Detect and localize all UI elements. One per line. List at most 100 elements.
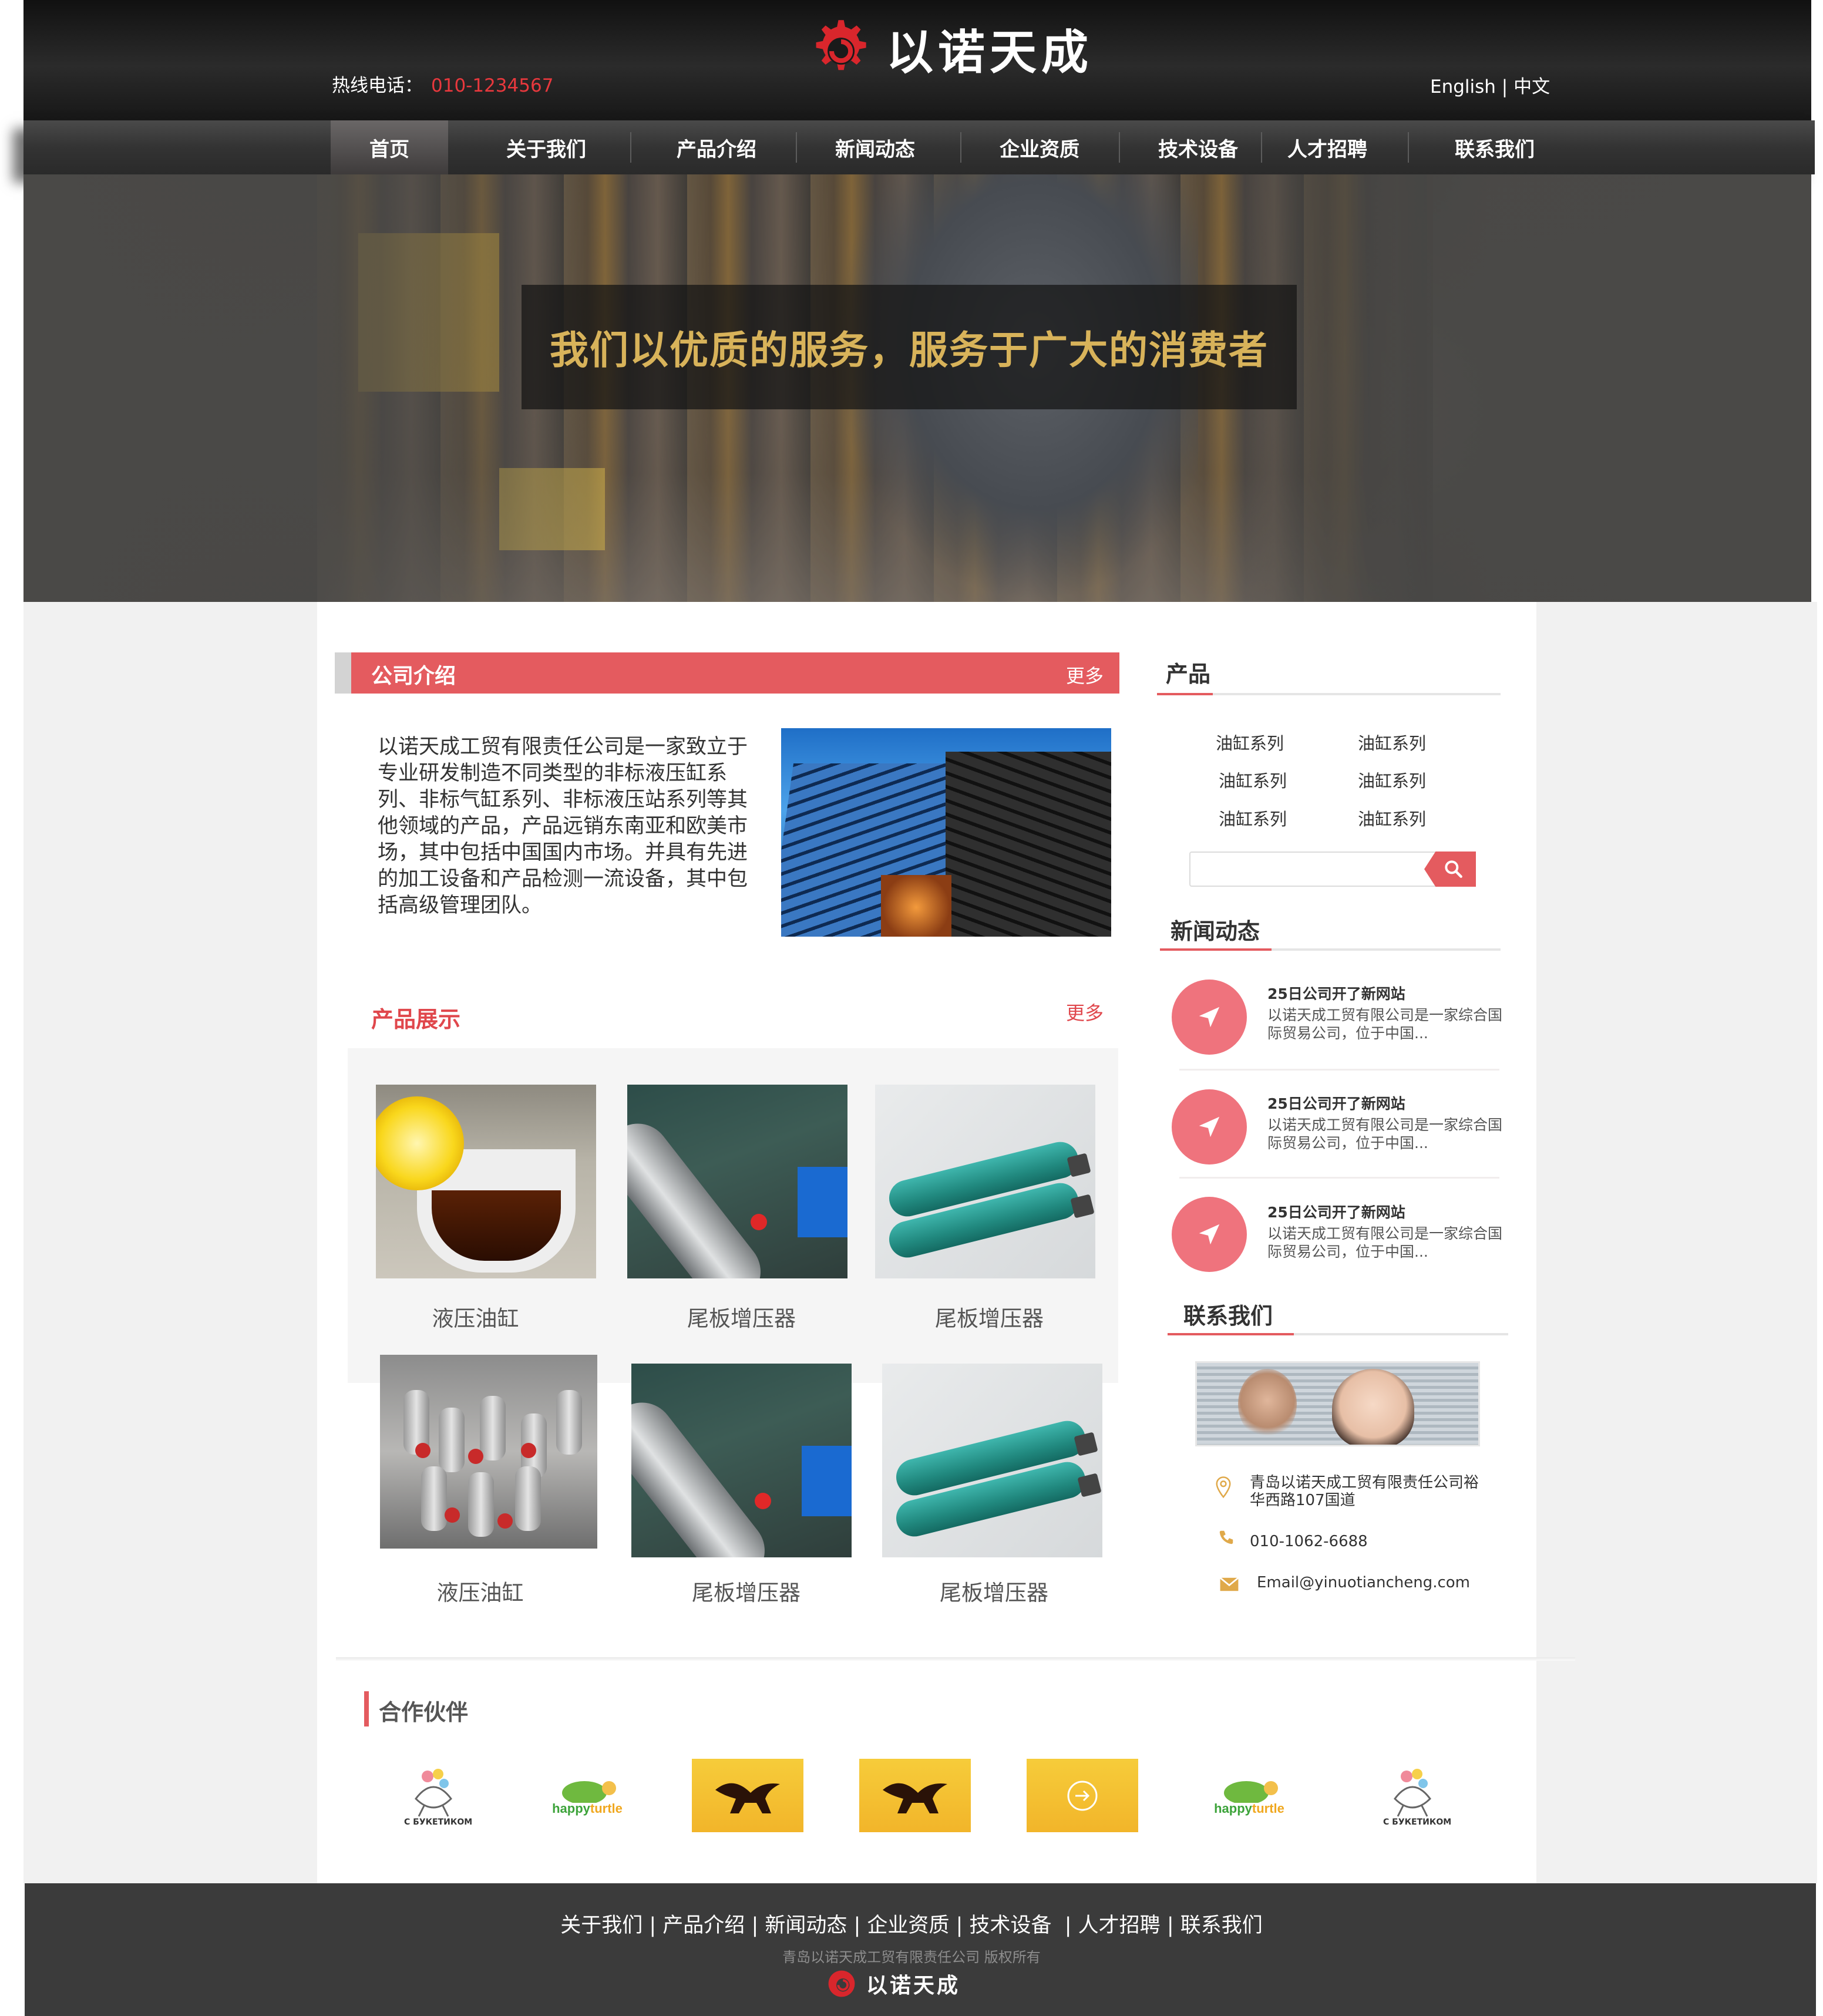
news-title-link[interactable]: 25日公司开了新网站 <box>1267 982 1405 1004</box>
nav-item-contact[interactable]: 联系我们 <box>1421 120 1568 174</box>
nav-item-equipment[interactable]: 技术设备 <box>1128 120 1269 174</box>
partners-title-marker <box>364 1691 369 1726</box>
product-image[interactable] <box>380 1355 597 1549</box>
nav-separator <box>630 132 631 163</box>
customer-service-image <box>1195 1361 1480 1446</box>
footer-link-equipment[interactable]: 技术设备 <box>969 1914 1051 1937</box>
site-header: 以诺天成 热线电话： 010-1234567 English | 中文 <box>23 0 1811 120</box>
turtle-logo-icon <box>1224 1781 1278 1803</box>
footer-copyright: 青岛以诺天成工贸有限责任公司 版权所有 <box>782 1949 1041 1965</box>
banner-caption-box: 我们以优质的服务，服务于广大的消费者 <box>522 285 1297 409</box>
hero-banner: 我们以优质的服务，服务于广大的消费者 <box>23 174 1811 602</box>
nav-item-news[interactable]: 新闻动态 <box>799 120 951 174</box>
intro-header-marker <box>335 652 351 694</box>
partners-divider <box>336 1657 1575 1661</box>
partner-logo-griffin[interactable] <box>859 1759 971 1832</box>
griffin-logo-icon <box>715 1783 780 1813</box>
nav-item-about[interactable]: 关于我们 <box>461 120 631 174</box>
nav-item-products[interactable]: 产品介绍 <box>640 120 793 174</box>
sidebar-product-link[interactable]: 油缸系列 <box>1216 730 1284 755</box>
lang-separator: | <box>1501 76 1508 97</box>
send-icon <box>1199 1224 1220 1245</box>
site-logo[interactable]: 以诺天成 <box>805 12 1134 85</box>
footer-link-news[interactable]: 新闻动态 <box>765 1914 847 1937</box>
griffin-logo-icon <box>883 1783 947 1813</box>
product-image[interactable] <box>875 1085 1095 1278</box>
nav-item-home[interactable]: 首页 <box>331 120 448 174</box>
sidebar-product-link[interactable]: 油缸系列 <box>1219 806 1287 830</box>
gear-logo-icon <box>828 1970 855 1997</box>
product-image[interactable] <box>882 1364 1102 1557</box>
send-icon <box>1199 1007 1220 1028</box>
partner-logo-flowers[interactable]: С БУКЕТИКОМ <box>378 1759 489 1832</box>
hotline-number[interactable]: 010-1234567 <box>431 75 553 96</box>
product-label[interactable]: 尾板增压器 <box>636 1575 856 1607</box>
partner-logo-griffin[interactable] <box>692 1759 803 1832</box>
product-image[interactable] <box>631 1364 852 1557</box>
product-label[interactable]: 液压油缸 <box>370 1575 590 1607</box>
sidebar-news-title: 新闻动态 <box>1171 918 1260 944</box>
sidebar-product-link[interactable]: 油缸系列 <box>1358 730 1426 755</box>
news-item-icon[interactable] <box>1172 1089 1247 1164</box>
hotline: 热线电话： 010-1234567 <box>332 70 553 97</box>
sidebar-contact-title: 联系我们 <box>1183 1303 1273 1329</box>
news-description: 以诺天成工贸有限公司是一家综合国际贸易公司，位于中国... <box>1267 1007 1503 1042</box>
footer-logo[interactable]: 以诺天成 <box>825 1967 960 2000</box>
news-description: 以诺天成工贸有限公司是一家综合国际贸易公司，位于中国... <box>1267 1116 1503 1152</box>
turtle-text: happyturtle <box>552 1801 623 1816</box>
partner-next-button[interactable] <box>1027 1759 1138 1832</box>
main-nav: 首页 关于我们 产品介绍 新闻动态 企业资质 技术设备 人才招聘 联系我们 <box>23 120 1815 174</box>
mail-icon <box>1219 1574 1240 1595</box>
product-label[interactable]: 尾板增压器 <box>631 1301 852 1332</box>
footer-link-qualification[interactable]: 企业资质 <box>867 1914 949 1937</box>
search-icon <box>1445 860 1462 878</box>
nav-separator <box>1261 132 1262 163</box>
gear-logo-icon <box>816 20 866 70</box>
logo-text: 以诺天成 <box>886 24 1093 80</box>
nav-separator <box>1119 132 1120 163</box>
news-title-link[interactable]: 25日公司开了新网站 <box>1267 1092 1405 1113</box>
partner-logo-happyturtle[interactable]: happyturtle <box>532 1759 643 1832</box>
partner-logo-flowers[interactable]: С БУКЕТИКОМ <box>1357 1759 1468 1832</box>
section-divider <box>1168 1333 1508 1335</box>
language-switcher: English | 中文 <box>1430 72 1550 98</box>
sidebar-product-link[interactable]: 油缸系列 <box>1358 806 1426 830</box>
turtle-logo-icon <box>562 1781 616 1803</box>
footer-link-products[interactable]: 产品介绍 <box>662 1914 745 1937</box>
news-item-icon[interactable] <box>1172 980 1247 1055</box>
product-image[interactable] <box>627 1085 847 1278</box>
nav-item-qualification[interactable]: 企业资质 <box>963 120 1116 174</box>
lang-english-link[interactable]: English <box>1430 76 1496 97</box>
banner-slogan: 我们以优质的服务，服务于广大的消费者 <box>550 328 1269 373</box>
nav-separator <box>1408 132 1409 163</box>
news-item-icon[interactable] <box>1172 1197 1247 1272</box>
contact-phone[interactable]: 010-1062-6688 <box>1250 1533 1368 1550</box>
banner-fade-right <box>1224 174 1811 602</box>
footer-link-contact[interactable]: 联系我们 <box>1180 1914 1263 1937</box>
send-icon <box>1199 1116 1220 1137</box>
partner-caption: С БУКЕТИКОМ <box>1383 1818 1452 1827</box>
nav-item-careers[interactable]: 人才招聘 <box>1263 120 1392 174</box>
footer-logo-text: 以诺天成 <box>866 1973 961 1998</box>
products-more-link[interactable]: 更多 <box>1066 998 1104 1025</box>
product-image[interactable] <box>376 1085 596 1278</box>
intro-more-link[interactable]: 更多 <box>1066 661 1104 688</box>
footer-link-about[interactable]: 关于我们 <box>560 1914 643 1937</box>
product-label[interactable]: 尾板增压器 <box>879 1301 1099 1332</box>
news-title-link[interactable]: 25日公司开了新网站 <box>1267 1201 1405 1222</box>
contact-email[interactable]: Email@yinuotiancheng.com <box>1257 1574 1470 1591</box>
sidebar-products-title: 产品 <box>1166 661 1211 687</box>
products-title: 产品展示 <box>371 1007 461 1032</box>
phone-icon <box>1216 1527 1237 1548</box>
turtle-text: happyturtle <box>1214 1801 1284 1816</box>
product-label[interactable]: 液压油缸 <box>365 1301 586 1332</box>
product-label[interactable]: 尾板增压器 <box>884 1575 1104 1607</box>
partner-logo-happyturtle[interactable]: happyturtle <box>1193 1759 1305 1832</box>
sidebar-product-link[interactable]: 油缸系列 <box>1219 768 1287 792</box>
news-description: 以诺天成工贸有限公司是一家综合国际贸易公司，位于中国... <box>1267 1225 1503 1260</box>
footer-links: 关于我们 | 产品介绍 | 新闻动态 | 企业资质 | 技术设备 | 人才招聘 … <box>560 1914 1263 1937</box>
footer-link-careers[interactable]: 人才招聘 <box>1078 1914 1161 1937</box>
partner-caption: С БУКЕТИКОМ <box>404 1818 473 1827</box>
lang-chinese-link[interactable]: 中文 <box>1513 76 1550 97</box>
sidebar-product-link[interactable]: 油缸系列 <box>1358 768 1426 792</box>
